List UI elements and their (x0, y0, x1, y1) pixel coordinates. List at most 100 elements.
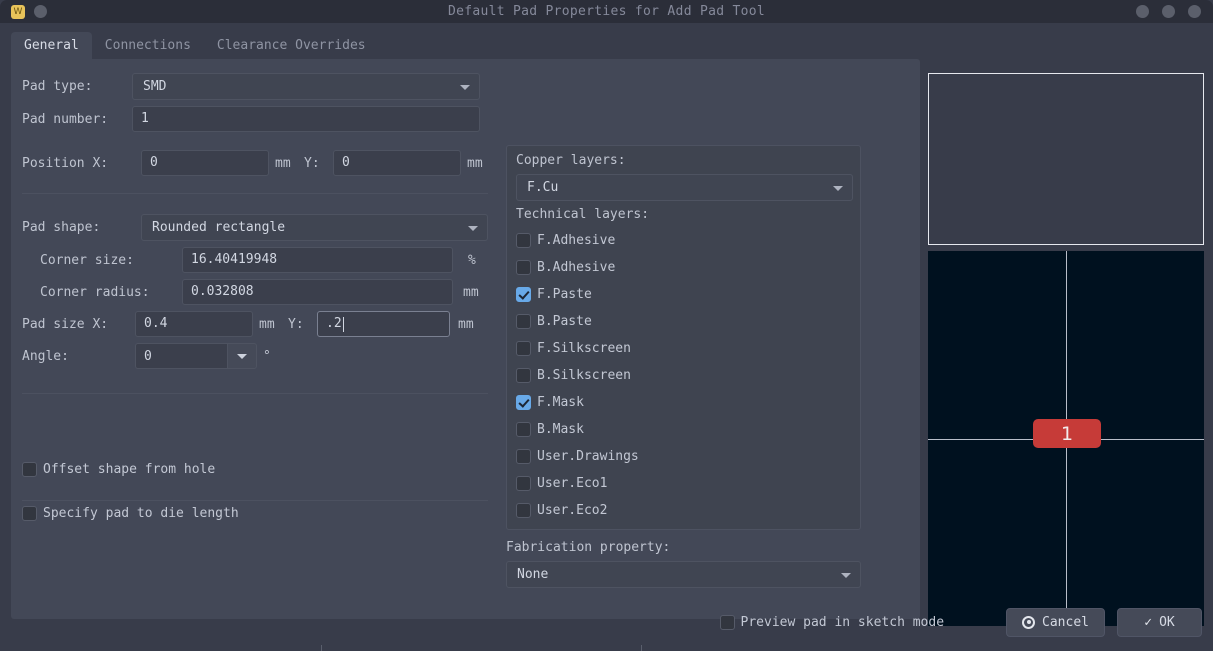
pad-type-value: SMD (143, 79, 167, 94)
close-button-icon[interactable] (1188, 5, 1201, 18)
layer-checkbox-user-eco2[interactable] (516, 503, 531, 518)
offset-shape-checkbox[interactable] (22, 462, 37, 477)
die-length-label: Specify pad to die length (43, 506, 239, 521)
pad-shape-select[interactable]: Rounded rectangle (141, 214, 488, 241)
text-caret (342, 316, 344, 332)
position-x-input[interactable]: 0 (141, 150, 269, 176)
technical-layers-list: F.Adhesive B.Adhesive F.Paste B.Paste F.Silk… (516, 227, 851, 524)
pad-preview-number: 1 (1060, 422, 1074, 445)
position-x-unit: mm (275, 155, 291, 171)
technical-layers-label: Technical layers: (516, 207, 650, 222)
layer-checkbox-f-silkscreen[interactable] (516, 341, 531, 356)
corner-radius-input[interactable]: 0.032808 (182, 279, 453, 305)
layer-checkbox-user-eco1[interactable] (516, 476, 531, 491)
divider-position (22, 193, 488, 194)
layer-checkbox-b-silkscreen[interactable] (516, 368, 531, 383)
chevron-down-icon (833, 185, 843, 191)
pad-number-label: Pad number: (22, 111, 109, 127)
layer-row-b-adhesive[interactable]: B.Adhesive (516, 254, 851, 281)
pad-size-x-input[interactable]: 0.4 (135, 311, 253, 337)
minimize-button-icon[interactable] (1136, 5, 1149, 18)
app-badge-icon: W (11, 4, 25, 19)
layer-row-b-paste[interactable]: B.Paste (516, 308, 851, 335)
offset-shape-label: Offset shape from hole (43, 462, 216, 477)
layer-row-f-silkscreen[interactable]: F.Silkscreen (516, 335, 851, 362)
layer-row-user-eco1[interactable]: User.Eco1 (516, 470, 851, 497)
general-tab-panel: Pad type: SMD Pad number: 1 Position X: … (11, 59, 920, 619)
sketch-mode-checkbox-row[interactable]: Preview pad in sketch mode (719, 614, 944, 630)
die-length-checkbox-row[interactable]: Specify pad to die length (22, 506, 239, 521)
dialog-footer: Preview pad in sketch mode Cancel ✓ OK (0, 605, 1213, 639)
cancel-button-label: Cancel (1042, 614, 1089, 630)
layer-checkbox-f-mask[interactable] (516, 395, 531, 410)
chevron-down-icon (468, 225, 478, 231)
footer-tick (641, 645, 642, 651)
pad-shape-label: Pad shape: (22, 220, 101, 235)
window-left-controls: W (0, 4, 47, 19)
layer-checkbox-user-drawings[interactable] (516, 449, 531, 464)
layer-label: F.Paste (537, 287, 592, 302)
chevron-down-icon (460, 84, 470, 90)
layer-row-user-eco2[interactable]: User.Eco2 (516, 497, 851, 524)
copper-layers-value: F.Cu (527, 180, 559, 195)
angle-input[interactable]: 0 (135, 343, 227, 369)
tab-bar: General Connections Clearance Overrides (0, 32, 1213, 59)
layer-label: B.Silkscreen (537, 368, 631, 383)
layer-row-f-mask[interactable]: F.Mask (516, 389, 851, 416)
pad-preview-shape: 1 (1033, 419, 1101, 448)
layer-checkbox-b-mask[interactable] (516, 422, 531, 437)
layer-label: User.Eco1 (537, 476, 608, 491)
corner-radius-unit: mm (463, 284, 479, 300)
divider-offset (22, 393, 488, 394)
layer-row-b-silkscreen[interactable]: B.Silkscreen (516, 362, 851, 389)
pad-size-y-value: .2 (326, 316, 342, 331)
pad-number-input[interactable]: 1 (132, 106, 480, 132)
layer-checkbox-b-paste[interactable] (516, 314, 531, 329)
pad-size-y-label: Y: (288, 316, 304, 332)
position-y-input[interactable]: 0 (333, 150, 461, 176)
layer-row-f-adhesive[interactable]: F.Adhesive (516, 227, 851, 254)
tab-connections[interactable]: Connections (92, 32, 204, 59)
corner-size-input[interactable]: 16.40419948 (182, 247, 453, 273)
offset-shape-checkbox-row[interactable]: Offset shape from hole (22, 462, 215, 477)
layer-label: B.Mask (537, 422, 584, 437)
pad-size-y-input[interactable]: .2 (317, 311, 450, 337)
pad-size-x-label: Pad size X: (22, 316, 109, 332)
angle-dropdown-button[interactable] (227, 343, 257, 369)
pad-preview-canvas[interactable]: 1 (928, 251, 1204, 626)
layer-row-f-paste[interactable]: F.Paste (516, 281, 851, 308)
cancel-button[interactable]: Cancel (1006, 607, 1105, 637)
fabrication-property-label: Fabrication property: (506, 540, 671, 555)
window-right-controls (1136, 0, 1201, 23)
pad-size-x-unit: mm (259, 316, 275, 332)
title-bar: W Default Pad Properties for Add Pad Too… (0, 0, 1213, 23)
fabrication-property-select[interactable]: None (506, 561, 861, 588)
pad-shape-value: Rounded rectangle (152, 220, 286, 235)
layer-checkbox-f-adhesive[interactable] (516, 233, 531, 248)
ok-button-label: OK (1159, 614, 1175, 630)
maximize-button-icon[interactable] (1162, 5, 1175, 18)
corner-size-label: Corner size: (40, 252, 134, 268)
layer-checkbox-b-adhesive[interactable] (516, 260, 531, 275)
pad-properties-dialog: General Connections Clearance Overrides … (0, 23, 1213, 651)
copper-layers-label: Copper layers: (516, 153, 626, 168)
window-menu-dot-icon[interactable] (34, 5, 47, 18)
tab-general[interactable]: General (11, 32, 92, 59)
angle-combo[interactable]: 0 (135, 343, 257, 369)
copper-layers-select[interactable]: F.Cu (516, 174, 853, 201)
sketch-mode-checkbox[interactable] (719, 614, 735, 630)
position-x-label: Position X: (22, 155, 109, 171)
angle-unit: ° (263, 348, 271, 364)
layer-row-b-mask[interactable]: B.Mask (516, 416, 851, 443)
corner-size-unit: % (468, 252, 476, 268)
layer-row-user-drawings[interactable]: User.Drawings (516, 443, 851, 470)
corner-radius-label: Corner radius: (40, 284, 150, 300)
layer-label: B.Adhesive (537, 260, 616, 275)
tab-clearance-overrides[interactable]: Clearance Overrides (204, 32, 379, 59)
layer-checkbox-f-paste[interactable] (516, 287, 531, 302)
die-length-checkbox[interactable] (22, 506, 37, 521)
pad-type-select[interactable]: SMD (132, 73, 480, 100)
chevron-down-icon (841, 572, 851, 578)
layer-label: User.Drawings (537, 449, 639, 464)
ok-button[interactable]: ✓ OK (1117, 607, 1202, 637)
